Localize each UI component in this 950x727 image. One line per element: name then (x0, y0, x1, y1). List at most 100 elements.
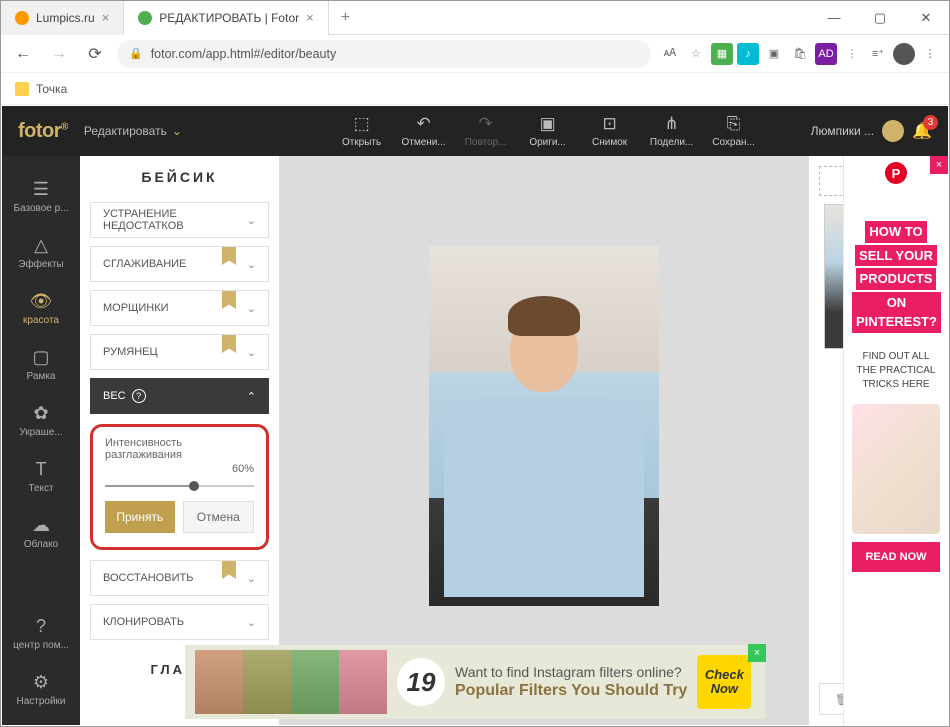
star-icon[interactable]: ☆ (685, 43, 707, 65)
browser-tab[interactable]: Lumpics.ru × (1, 1, 124, 35)
back-button[interactable]: ← (9, 40, 37, 68)
sidenav-settings[interactable]: ⚙Настройки (2, 661, 80, 717)
ribbon-icon (222, 335, 236, 353)
bookmark-label[interactable]: Точка (36, 82, 67, 96)
edit-menu[interactable]: Редактировать⌄ (84, 124, 182, 138)
fotor-logo[interactable]: fotor® (18, 120, 68, 143)
ext-icon[interactable]: AD (815, 43, 837, 65)
username[interactable]: Люмпики ... (811, 124, 874, 138)
cloud-icon: ☁ (32, 515, 50, 536)
ad-close-button[interactable]: × (748, 644, 766, 662)
redo-button[interactable]: ↷Повтор... (455, 114, 517, 148)
panel-heading: БЕЙСИК (80, 156, 279, 198)
check-now-button[interactable]: CheckNow (697, 655, 751, 709)
sliders-icon: ☰ (33, 179, 49, 200)
bookmarks-bar: Точка (1, 73, 949, 105)
weight-controls: Интенсивность разглаживания 60% Принять … (90, 424, 269, 550)
snapshot-button[interactable]: ⊡Снимок (579, 114, 641, 148)
menu-icon[interactable]: ⋮ (919, 43, 941, 65)
accordion-smooth[interactable]: СГЛАЖИВАНИЕ⌄ (90, 246, 269, 282)
ribbon-icon (222, 247, 236, 265)
top-actions: ⬚Открыть ↶Отмени... ↷Повтор... ▣Ориги...… (331, 114, 765, 148)
user-area: Люмпики ... 🔔3 (811, 120, 932, 142)
chevron-down-icon: ⌄ (247, 214, 256, 227)
notifications-icon[interactable]: 🔔3 (912, 121, 932, 141)
ad-headline: HOW TO SELL YOUR PRODUCTS ON PINTEREST? (844, 190, 948, 346)
text-icon: T (36, 459, 47, 480)
read-now-button[interactable]: READ NOW (852, 542, 940, 572)
tab-label: Lumpics.ru (36, 11, 95, 25)
save-button[interactable]: ⎘Сохран... (703, 114, 765, 148)
original-button[interactable]: ▣Ориги... (517, 114, 579, 148)
ad-image (852, 404, 940, 534)
share-button[interactable]: ⋔Подели... (641, 114, 703, 148)
app-topbar: fotor® Редактировать⌄ ⬚Открыть ↶Отмени..… (2, 106, 948, 156)
accordion-restore[interactable]: ВОССТАНОВИТЬ⌄ (90, 560, 269, 596)
sidenav-decorate[interactable]: ✿Украше... (2, 392, 80, 448)
address-bar: ← → ⟳ 🔒 fotor.com/app.html#/editor/beaut… (1, 35, 949, 73)
url-input[interactable]: 🔒 fotor.com/app.html#/editor/beauty (117, 40, 651, 68)
sidenav-effects[interactable]: △Эффекты (2, 224, 80, 280)
maximize-button[interactable]: ▢ (857, 1, 903, 35)
sidenav-frame[interactable]: ▢Рамка (2, 336, 80, 392)
ext-icon[interactable]: ▣ (763, 43, 785, 65)
cancel-button[interactable]: Отмена (183, 501, 255, 533)
ad-subtext: FIND OUT ALL THE PRACTICAL TRICKS HERE (844, 346, 948, 396)
intensity-slider[interactable] (105, 485, 254, 487)
chevron-down-icon: ⌄ (247, 572, 256, 585)
profile-icon[interactable] (893, 43, 915, 65)
browser-tabs: Lumpics.ru × РЕДАКТИРОВАТЬ | Fotor × + —… (1, 1, 949, 35)
chevron-up-icon: ⌃ (247, 390, 256, 403)
chevron-down-icon: ⌄ (247, 258, 256, 271)
translate-icon[interactable]: 🗚 (659, 43, 681, 65)
browser-tab[interactable]: РЕДАКТИРОВАТЬ | Fotor × (124, 1, 328, 35)
undo-button[interactable]: ↶Отмени... (393, 114, 455, 148)
ext-icon[interactable]: ♪ (737, 43, 759, 65)
gear-icon: ✿ (33, 403, 48, 424)
photo[interactable] (429, 246, 659, 606)
sidenav-text[interactable]: TТекст (2, 448, 80, 504)
new-tab-button[interactable]: + (329, 9, 362, 27)
ribbon-icon (222, 291, 236, 309)
sidenav-cloud[interactable]: ☁Облако (2, 504, 80, 560)
settings-icon: ⚙ (33, 672, 49, 693)
favicon (15, 11, 29, 25)
reading-list-icon[interactable]: ≡⁺ (867, 43, 889, 65)
bottom-ad[interactable]: × 19 Want to find Instagram filters onli… (185, 645, 765, 719)
slider-value: 60% (105, 463, 254, 475)
accept-button[interactable]: Принять (105, 501, 175, 533)
accordion-clone[interactable]: КЛОНИРОВАТЬ⌄ (90, 604, 269, 640)
close-button[interactable]: ✕ (903, 1, 949, 35)
slider-label: Интенсивность разглаживания (105, 437, 254, 461)
chevron-down-icon: ⌄ (247, 302, 256, 315)
accordion-blemish[interactable]: УСТРАНЕНИЕ НЕДОСТАТКОВ⌄ (90, 202, 269, 238)
avatar[interactable] (882, 120, 904, 142)
help-icon: ? (132, 389, 146, 403)
forward-button[interactable]: → (45, 40, 73, 68)
accordion-blush[interactable]: РУМЯНЕЦ⌄ (90, 334, 269, 370)
minimize-button[interactable]: — (811, 1, 857, 35)
url-text: fotor.com/app.html#/editor/beauty (151, 47, 337, 61)
favicon (138, 11, 152, 25)
accordion-weight[interactable]: ВЕС?⌃ (90, 378, 269, 414)
sidenav-help[interactable]: ?центр пом... (2, 605, 80, 661)
ext-icon[interactable]: ⋮ (841, 43, 863, 65)
beauty-panel: БЕЙСИК УСТРАНЕНИЕ НЕДОСТАТКОВ⌄ СГЛАЖИВАН… (80, 156, 280, 725)
canvas-area[interactable]: 452 × 720 пикселей − 63% + Сравнить (280, 156, 808, 725)
reload-button[interactable]: ⟳ (81, 40, 109, 68)
ad-thumbnails (195, 650, 387, 714)
sidenav-basic[interactable]: ☰Базовое р... (2, 168, 80, 224)
sidebar-ad: × P HOW TO SELL YOUR PRODUCTS ON PINTERE… (843, 156, 948, 725)
accordion-wrinkles[interactable]: МОРЩИНКИ⌄ (90, 290, 269, 326)
open-button[interactable]: ⬚Открыть (331, 114, 393, 148)
close-icon[interactable]: × (306, 10, 314, 25)
ext-icon[interactable]: 🛍 (789, 43, 811, 65)
ext-icon[interactable]: ▦ (711, 43, 733, 65)
slider-handle[interactable] (189, 481, 199, 491)
sidenav-beauty[interactable]: 👁красота (2, 280, 80, 336)
close-icon[interactable]: × (102, 10, 110, 25)
ribbon-icon (222, 561, 236, 579)
bookmark-icon (15, 82, 29, 96)
ad-close-button[interactable]: × (930, 156, 948, 174)
notif-badge: 3 (923, 115, 938, 130)
